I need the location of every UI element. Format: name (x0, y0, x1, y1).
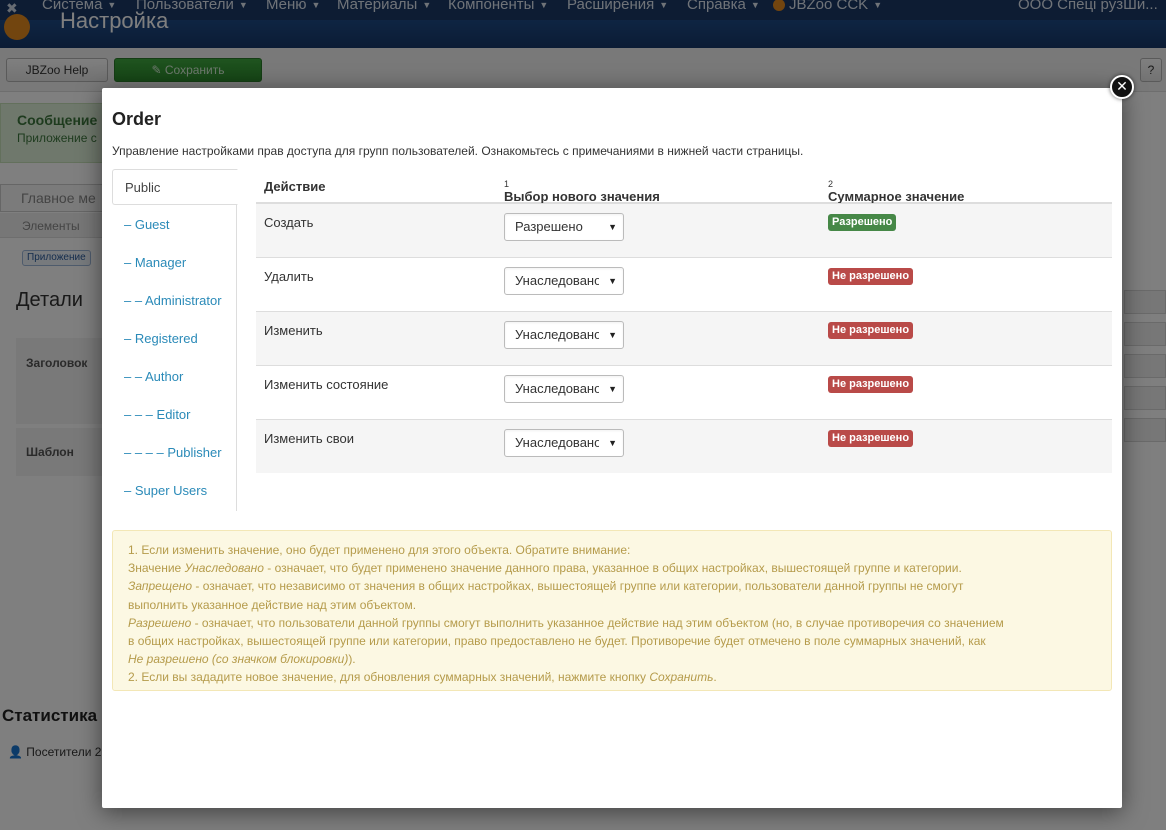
note-line: выполнить указанное действие над этим об… (128, 597, 417, 612)
column-calculated-header: Суммарное значение 2 (828, 179, 965, 204)
chevron-down-icon: ▼ (608, 330, 617, 340)
note-line: Значение Унаследовано - означает, что бу… (128, 561, 962, 576)
group-tab-publisher[interactable]: – – – – Publisher (112, 435, 236, 471)
status-badge: Не разрешено (828, 430, 914, 447)
table-row: Удалить Унаследовано ▼ Не разрешено (256, 257, 1112, 311)
action-label: Изменить свои (264, 431, 355, 446)
permissions-notes: 1. Если изменить значение, оно будет при… (112, 530, 1112, 691)
column-new-value-header: Выбор нового значения 1 (504, 179, 660, 204)
group-tab-guest[interactable]: – Guest (112, 207, 236, 243)
note-line: 1. Если изменить значение, оно будет при… (128, 543, 631, 557)
permission-select[interactable]: Унаследовано ▼ (504, 429, 624, 457)
table-row: Изменить состояние Унаследовано ▼ Не разр… (256, 365, 1112, 419)
action-label: Создать (264, 215, 314, 230)
column-action-header: Действие (264, 179, 326, 194)
close-icon[interactable]: ✕ (1110, 75, 1134, 99)
permission-select[interactable]: Унаследовано ▼ (504, 267, 624, 295)
table-row: Создать Разрешено ▼ Разрешено (256, 203, 1112, 257)
action-label: Изменить (264, 323, 323, 338)
action-label: Изменить состояние (264, 377, 389, 392)
permission-select[interactable]: Унаследовано ▼ (504, 375, 624, 403)
user-groups-list: Public – Guest – Manager – – Administrat… (112, 169, 238, 511)
group-tab-public[interactable]: Public (112, 169, 238, 205)
permissions-modal: Order Управление настройками прав доступ… (102, 88, 1122, 808)
chevron-down-icon: ▼ (608, 438, 617, 448)
group-tab-super-users[interactable]: – Super Users (112, 473, 236, 509)
status-badge: Не разрешено (828, 322, 914, 339)
table-row: Изменить свои Унаследовано ▼ Не разрешено (256, 419, 1112, 473)
status-badge: Не разрешено (828, 268, 914, 285)
status-badge: Разрешено (828, 214, 897, 231)
group-tab-registered[interactable]: – Registered (112, 321, 236, 357)
note-line: Разрешено - означает, что пользователи д… (128, 615, 1004, 630)
note-line: в общих настройках, вышестоящей группе и… (128, 634, 986, 649)
group-tab-author[interactable]: – – Author (112, 359, 236, 395)
chevron-down-icon: ▼ (608, 222, 617, 232)
chevron-down-icon: ▼ (608, 276, 617, 286)
group-tab-editor[interactable]: – – – Editor (112, 397, 236, 433)
note-line: Запрещено - означает, что независимо от … (128, 579, 964, 594)
modal-description: Управление настройками прав доступа для … (112, 144, 804, 158)
table-row: Изменить Унаследовано ▼ Не разрешено (256, 311, 1112, 365)
group-tab-manager[interactable]: – Manager (112, 245, 236, 281)
chevron-down-icon: ▼ (608, 384, 617, 394)
action-label: Удалить (264, 269, 314, 284)
modal-title: Order (112, 109, 162, 129)
status-badge: Не разрешено (828, 376, 914, 393)
table-header: Действие Выбор нового значения 1 Суммарн… (256, 169, 1112, 204)
note-line: 2. Если вы зададите новое значение, для … (128, 670, 717, 685)
permission-select[interactable]: Разрешено ▼ (504, 213, 624, 241)
permission-select[interactable]: Унаследовано ▼ (504, 321, 624, 349)
group-tab-administrator[interactable]: – – Administrator (112, 283, 236, 319)
note-line: Не разрешено (со значком блокировки)). (128, 652, 356, 667)
